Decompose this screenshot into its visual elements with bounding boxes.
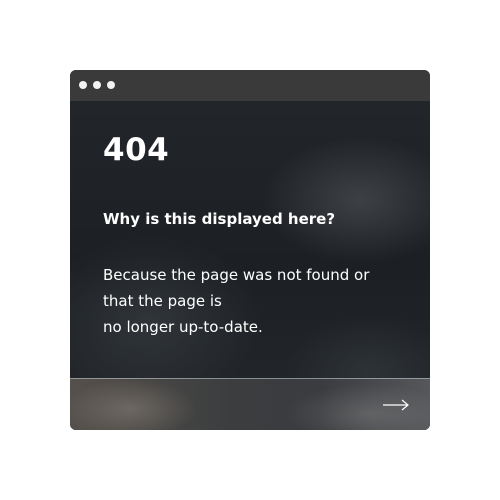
error-window: 404 Why is this displayed here? Because … [70, 70, 430, 430]
explanation-line: that the page is [103, 292, 222, 310]
window-titlebar [70, 70, 430, 101]
explanation-line: no longer up-to-date. [103, 318, 263, 336]
error-code: 404 [103, 132, 170, 168]
window-dot-icon[interactable] [107, 81, 115, 89]
explanation-line: Because the page was not found or [103, 266, 370, 284]
window-footer [70, 378, 430, 430]
window-dot-icon[interactable] [93, 81, 101, 89]
error-question: Why is this displayed here? [103, 210, 336, 228]
window-dot-icon[interactable] [79, 81, 87, 89]
arrow-right-icon[interactable] [382, 399, 410, 411]
error-explanation: Because the page was not found or that t… [103, 262, 369, 340]
